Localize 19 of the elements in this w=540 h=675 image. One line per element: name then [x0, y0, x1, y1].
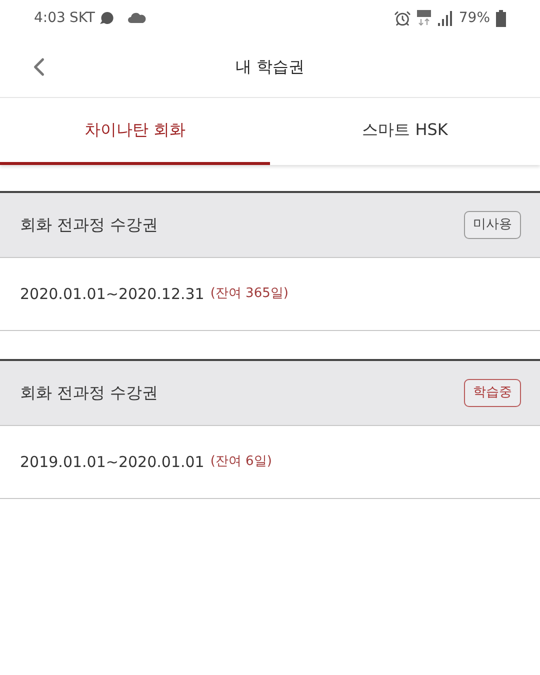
cloud-icon — [127, 12, 147, 24]
status-badge: 미사용 — [464, 211, 521, 239]
alarm-icon — [394, 10, 411, 26]
clock-time: 4:03 — [34, 8, 66, 28]
carrier-name: SKT — [69, 8, 95, 28]
signal-icon — [436, 10, 453, 26]
battery-percent: 79% — [458, 8, 490, 28]
pass-name: 회화 전과정 수강권 — [20, 214, 158, 236]
remaining-days: (잔여 365일) — [210, 284, 288, 304]
pass-name: 회화 전과정 수강권 — [20, 382, 158, 404]
battery-icon — [496, 10, 506, 26]
tab[interactable]: 차이나탄 회화 — [0, 98, 270, 165]
remaining-days: (잔여 6일) — [210, 452, 272, 472]
status-badge: 학습중 — [464, 379, 521, 407]
tab[interactable]: 스마트 HSK — [270, 98, 540, 165]
page-title: 내 학습권 — [235, 56, 305, 78]
pass-period: 2020.01.01~2020.12.31 — [20, 284, 204, 305]
pass-period: 2019.01.01~2020.01.01 — [20, 452, 204, 473]
chat-bubble-icon — [99, 11, 115, 25]
